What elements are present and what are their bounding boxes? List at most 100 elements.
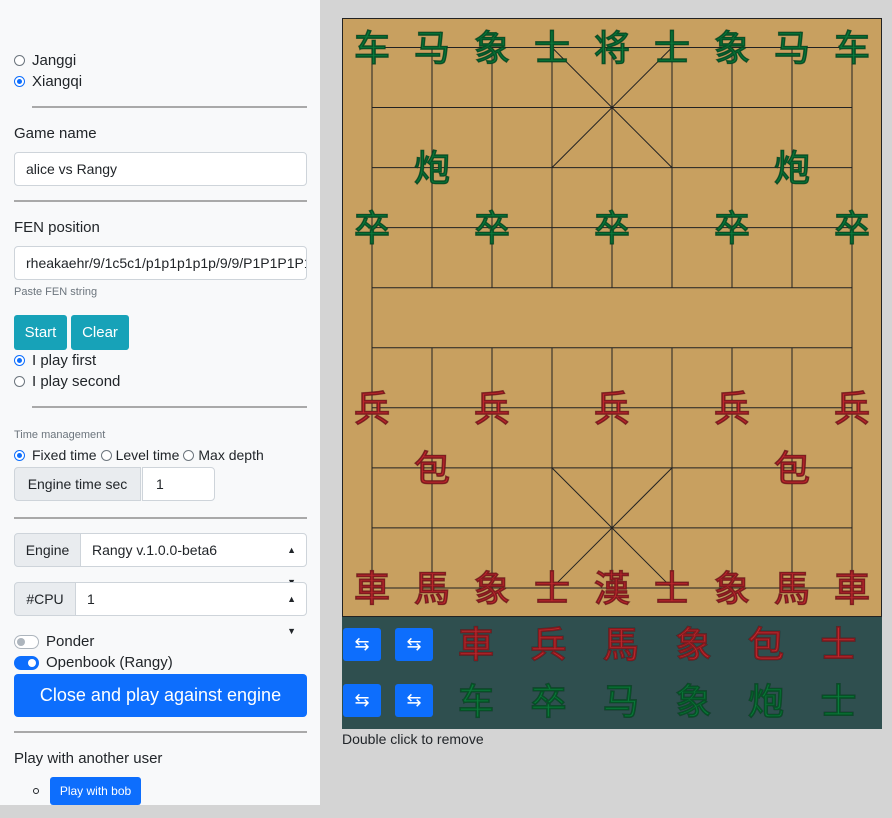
piece[interactable]: 象 xyxy=(474,569,511,611)
piece[interactable]: 卒 xyxy=(530,682,567,724)
ponder-label: Ponder xyxy=(46,633,95,650)
piece[interactable]: 馬 xyxy=(414,569,451,611)
cpu-select[interactable]: 1 ▲ ▼ xyxy=(75,582,307,636)
play-first-label: I play first xyxy=(32,352,97,369)
piece[interactable]: 車 xyxy=(354,569,391,611)
openbook-label: Openbook (Rangy) xyxy=(46,654,173,671)
engine-time-input[interactable]: 1 xyxy=(142,467,215,501)
play-first-option[interactable]: I play first xyxy=(14,352,96,369)
level-time-label: Level time xyxy=(115,447,180,463)
piece[interactable]: 象 xyxy=(714,569,751,611)
piece[interactable]: 士 xyxy=(820,682,857,724)
max-depth-label: Max depth xyxy=(198,447,264,463)
game-name-label: Game name xyxy=(14,125,97,142)
piece[interactable]: 車 xyxy=(834,569,871,611)
piece[interactable]: 兵 xyxy=(834,388,871,430)
piece[interactable]: 兵 xyxy=(594,388,631,430)
piece[interactable]: 象 xyxy=(474,28,511,70)
variant-xiangqi-label: Xiangqi xyxy=(32,73,83,90)
play-second-label: I play second xyxy=(32,373,121,390)
piece[interactable]: 士 xyxy=(654,569,691,611)
piece[interactable]: 車 xyxy=(458,625,495,667)
play-second-radio[interactable] xyxy=(14,376,25,387)
engine-select[interactable]: Rangy v.1.0.0-beta6 ▲▼ xyxy=(80,533,307,587)
game-name-input[interactable]: alice vs Rangy xyxy=(14,152,307,186)
xiangqi-board[interactable]: 车马象士将士象马车炮炮卒卒卒卒卒兵兵兵兵兵包包車馬象士漢士象馬車 xyxy=(342,18,882,618)
piece[interactable]: 马 xyxy=(603,682,640,724)
piece[interactable]: 士 xyxy=(534,28,571,70)
play-with-bob-button[interactable]: Play with bob xyxy=(50,777,141,805)
piece[interactable]: 炮 xyxy=(774,148,811,190)
piece[interactable]: 士 xyxy=(654,28,691,70)
divider xyxy=(32,106,307,108)
select-caret-icon: ▲▼ xyxy=(287,594,296,636)
piece[interactable]: 馬 xyxy=(774,569,811,611)
play-first-radio[interactable] xyxy=(14,355,25,366)
variant-xiangqi-radio[interactable] xyxy=(14,76,25,87)
piece[interactable]: 漢 xyxy=(594,569,632,611)
engine-time-label: Engine time sec xyxy=(14,467,141,501)
fen-hint: Paste FEN string xyxy=(14,286,98,298)
max-depth-radio[interactable] xyxy=(183,449,195,461)
close-and-play-button[interactable]: Close and play against engine xyxy=(14,674,307,717)
piece[interactable]: 兵 xyxy=(474,388,511,430)
list-bullet-icon xyxy=(33,788,39,794)
piece[interactable]: 包 xyxy=(748,625,785,667)
piece[interactable]: 卒 xyxy=(474,208,511,250)
cpu-select-value: 1 xyxy=(87,591,95,607)
piece-palette: ⇆ ⇆ ⇆ ⇆ 車兵馬象包士车卒马象炮士 xyxy=(342,617,882,729)
engine-label: Engine xyxy=(14,533,81,567)
piece[interactable]: 卒 xyxy=(834,208,871,250)
piece[interactable]: 象 xyxy=(714,28,751,70)
play-second-option[interactable]: I play second xyxy=(14,373,120,390)
piece[interactable]: 包 xyxy=(774,449,811,491)
clear-button[interactable]: Clear xyxy=(71,315,129,350)
play-other-label: Play with another user xyxy=(14,750,163,767)
variant-janggi-radio[interactable] xyxy=(14,55,25,66)
piece[interactable]: 象 xyxy=(675,682,712,724)
board-svg[interactable]: 车马象士将士象马车炮 炮卒卒卒卒卒兵兵兵兵兵包 包車馬象士漢士象馬車 xyxy=(342,18,882,618)
level-time-radio[interactable] xyxy=(100,449,112,461)
sidebar-panel: Janggi Xiangqi Game name alice vs Rangy … xyxy=(0,0,320,805)
piece[interactable]: 兵 xyxy=(354,388,391,430)
fixed-time-label: Fixed time xyxy=(32,447,97,463)
ponder-toggle[interactable] xyxy=(14,634,39,649)
variant-xiangqi[interactable]: Xiangqi xyxy=(14,73,82,90)
engine-select-value: Rangy v.1.0.0-beta6 xyxy=(92,542,218,558)
time-options: Fixed time Level time Max depth xyxy=(14,447,264,463)
variant-janggi[interactable]: Janggi xyxy=(14,52,76,69)
piece[interactable]: 卒 xyxy=(354,208,391,250)
piece[interactable]: 车 xyxy=(834,28,871,70)
divider xyxy=(14,517,307,519)
piece[interactable]: 卒 xyxy=(594,208,631,250)
piece[interactable]: 马 xyxy=(774,28,811,70)
palette-pieces[interactable]: 車兵馬象包士车卒马象炮士 xyxy=(342,617,882,729)
piece[interactable]: 馬 xyxy=(603,625,640,667)
piece[interactable]: 包 xyxy=(414,449,451,491)
piece[interactable]: 将 xyxy=(594,28,631,70)
piece[interactable]: 炮 xyxy=(748,682,785,724)
variant-janggi-label: Janggi xyxy=(32,52,77,69)
ponder-toggle-row[interactable]: Ponder xyxy=(14,633,94,650)
piece[interactable]: 卒 xyxy=(714,208,751,250)
start-button[interactable]: Start xyxy=(14,315,67,350)
divider xyxy=(14,731,307,733)
piece[interactable]: 象 xyxy=(675,625,712,667)
divider xyxy=(32,406,307,408)
divider xyxy=(14,200,307,202)
piece[interactable]: 车 xyxy=(354,28,391,70)
piece[interactable]: 炮 xyxy=(414,148,451,190)
fixed-time-radio[interactable] xyxy=(14,449,25,461)
remove-hint: Double click to remove xyxy=(342,731,484,747)
piece[interactable]: 士 xyxy=(820,625,857,667)
fen-input[interactable]: rheakaehr/9/1c5c1/p1p1p1p1p/9/9/P1P1P1P1… xyxy=(14,246,307,280)
cpu-label: #CPU xyxy=(14,582,76,616)
piece[interactable]: 车 xyxy=(458,682,495,724)
time-management-label: Time management xyxy=(14,429,106,441)
piece[interactable]: 兵 xyxy=(714,388,751,430)
piece[interactable]: 士 xyxy=(534,569,571,611)
piece[interactable]: 马 xyxy=(414,28,451,70)
piece[interactable]: 兵 xyxy=(530,625,567,667)
openbook-toggle[interactable] xyxy=(14,655,39,670)
openbook-toggle-row[interactable]: Openbook (Rangy) xyxy=(14,654,173,671)
